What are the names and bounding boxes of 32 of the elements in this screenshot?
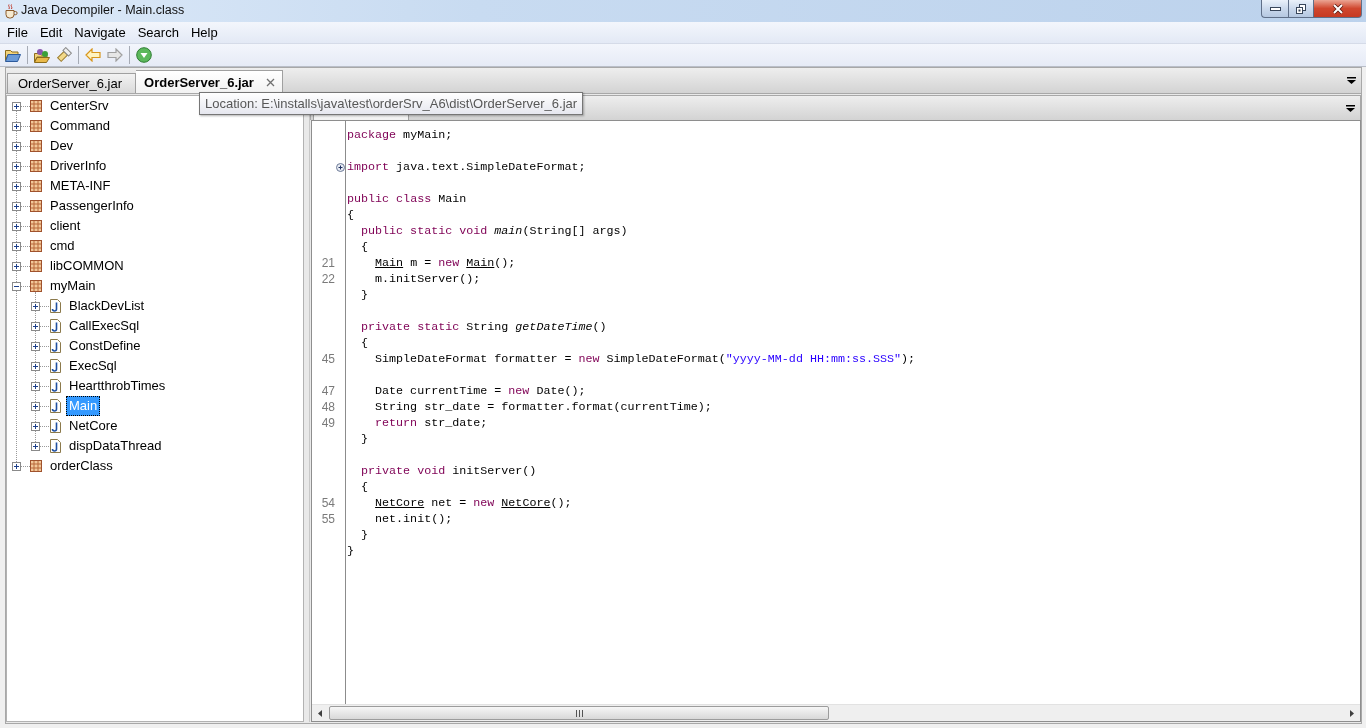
line-number: 48 bbox=[321, 400, 335, 414]
code-line: { bbox=[360, 335, 369, 351]
code-line: SimpleDateFormat formatter = new SimpleDateFormat("yyyy-MM-dd HH:mm:ss.SSS"); bbox=[374, 351, 916, 367]
code-line: import java.text.SimpleDateFormat; bbox=[347, 159, 586, 175]
tooltip: Location: E:\installs\java\test\orderSrv_A6\dist\OrderServer_6.jar bbox=[199, 92, 584, 115]
line-number: 49 bbox=[321, 416, 335, 430]
code-line: } bbox=[360, 431, 369, 447]
code-line: return str_date; bbox=[374, 415, 488, 431]
code-line: m.initServer(); bbox=[374, 271, 481, 287]
line-number: 22 bbox=[321, 272, 335, 286]
code-line: private static String getDateTime() bbox=[360, 319, 607, 335]
line-number: 54 bbox=[321, 496, 335, 510]
code-line: NetCore net = new NetCore(); bbox=[374, 495, 572, 511]
line-number: 45 bbox=[321, 352, 335, 366]
code-line: { bbox=[360, 479, 369, 495]
code-line: private void initServer() bbox=[360, 463, 537, 479]
code-line: } bbox=[347, 543, 354, 559]
code-line: { bbox=[360, 239, 369, 255]
line-number: 47 bbox=[321, 384, 335, 398]
code-line: Date currentTime = new Date(); bbox=[374, 383, 586, 399]
code-line: package myMain; bbox=[347, 127, 453, 143]
code-line: } bbox=[360, 527, 369, 543]
code-line: Main m = new Main(); bbox=[374, 255, 516, 271]
window-title: Java Decompiler - Main.class bbox=[21, 2, 185, 19]
code-line: public class Main bbox=[347, 191, 467, 207]
line-number: 55 bbox=[321, 512, 335, 526]
code-line: net.init(); bbox=[374, 511, 453, 527]
code-line: String str_date = formatter.format(currentTime); bbox=[374, 399, 712, 415]
code-line: } bbox=[360, 287, 369, 303]
code-line: public static void main(String[] args) bbox=[360, 223, 628, 239]
code-line: { bbox=[347, 207, 354, 223]
line-number: 21 bbox=[321, 256, 335, 270]
